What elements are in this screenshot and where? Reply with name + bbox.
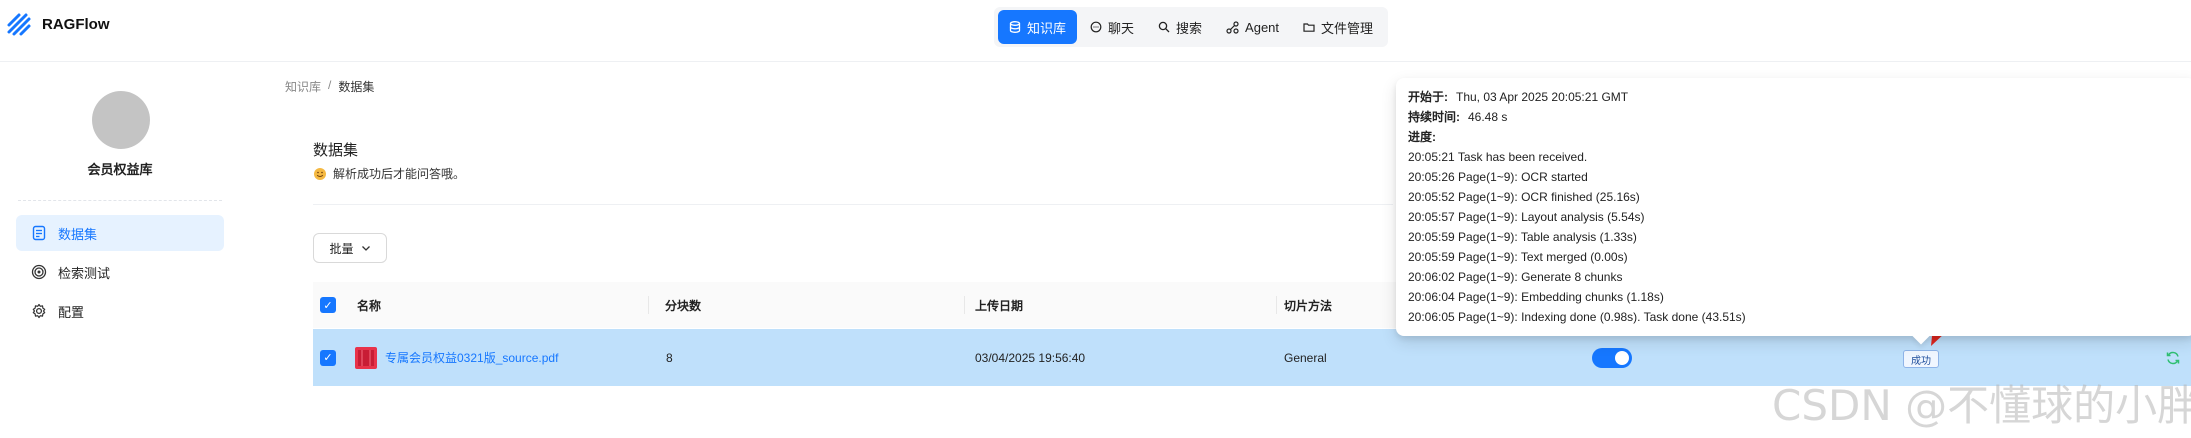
nav-knowledge-base[interactable]: 知识库	[998, 10, 1078, 44]
upload-date-cell: 03/04/2025 19:56:40	[975, 350, 1086, 365]
select-all-checkbox[interactable]: ✓	[320, 282, 336, 328]
column-name[interactable]: 名称	[357, 282, 381, 328]
description-text: 解析成功后才能问答哦。	[333, 167, 466, 181]
divider	[313, 204, 1393, 205]
duration-label: 持续时间:	[1408, 110, 1460, 124]
enable-toggle-cell	[1592, 329, 1632, 386]
nav-agent[interactable]: Agent	[1215, 10, 1290, 44]
nav-label: 聊天	[1108, 20, 1135, 36]
avatar	[92, 91, 150, 149]
sidebar-item-retrieval-test[interactable]: 检索测试	[16, 254, 224, 290]
ragflow-logo-icon	[7, 13, 31, 36]
column-separator	[964, 296, 965, 314]
checkbox-checked[interactable]: ✓	[320, 297, 336, 313]
chevron-down-icon	[361, 246, 370, 251]
progress-log-line: 20:05:59 Page(1~9): Table analysis (1.33…	[1408, 230, 1637, 244]
smile-emoji-icon	[314, 167, 326, 180]
file-name-link[interactable]: 专属会员权益0321版_source.pdf	[385, 349, 558, 366]
chunk-method-cell[interactable]: General	[1284, 329, 1327, 386]
column-separator	[648, 296, 649, 314]
column-upload-date[interactable]: 上传日期	[975, 282, 1023, 328]
app-name: RAGFlow	[42, 15, 110, 33]
duration-value: 46.48 s	[1468, 110, 1508, 124]
gear-icon	[30, 302, 48, 320]
column-separator	[1276, 296, 1277, 314]
popover-duration: 持续时间: 46.48 s	[1408, 107, 2184, 127]
breadcrumb-separator: /	[328, 78, 332, 92]
file-cell: 专属会员权益0321版_source.pdf	[355, 329, 558, 386]
knowledge-base-name: 会员权益库	[87, 162, 153, 177]
start-label: 开始于:	[1408, 90, 1448, 104]
sidebar-item-label: 数据集	[58, 226, 98, 242]
progress-log-line: 20:05:26 Page(1~9): OCR started	[1408, 170, 1588, 184]
refresh-icon[interactable]	[2165, 350, 2181, 366]
parse-status-badge[interactable]: 成功	[1903, 350, 1939, 368]
enable-toggle[interactable]	[1592, 347, 1632, 368]
nav-label: 知识库	[1027, 20, 1067, 36]
bulk-actions-button[interactable]: 批量	[313, 233, 387, 263]
breadcrumb-current: 数据集	[338, 80, 375, 94]
column-chunks[interactable]: 分块数	[665, 282, 701, 328]
progress-log-line: 20:05:57 Page(1~9): Layout analysis (5.5…	[1408, 210, 1645, 224]
progress-log-line: 20:06:05 Page(1~9): Indexing done (0.98s…	[1408, 310, 1746, 324]
popover-progress: 进度:	[1408, 127, 2184, 147]
parse-progress-popover: 开始于: Thu, 03 Apr 2025 20:05:21 GMT 持续时间: 4…	[1396, 78, 2191, 345]
page-description: 解析成功后才能问答哦。	[313, 165, 465, 182]
progress-log-line: 20:06:02 Page(1~9): Generate 8 chunks	[1408, 270, 1623, 284]
document-icon	[30, 224, 48, 242]
page-title: 数据集	[313, 142, 359, 159]
pdf-file-icon	[355, 346, 377, 369]
nav-file-management[interactable]: 文件管理	[1292, 10, 1384, 44]
progress-label: 进度:	[1408, 130, 1436, 144]
database-icon	[1009, 21, 1021, 33]
popover-start: 开始于: Thu, 03 Apr 2025 20:05:21 GMT	[1408, 87, 2184, 107]
folder-icon	[1303, 23, 1315, 32]
progress-log-line: 20:05:59 Page(1~9): Text merged (0.00s)	[1408, 250, 1628, 264]
breadcrumb-root[interactable]: 知识库	[285, 78, 321, 95]
chunks-cell: 8	[666, 350, 673, 365]
sidebar: 会员权益库 数据集 检索测试 配置	[0, 63, 240, 438]
breadcrumb: 知识库 / 数据集	[285, 78, 374, 95]
app-logo[interactable]: RAGFlow	[6, 11, 110, 37]
search-icon	[1158, 21, 1170, 33]
row-checkbox[interactable]: ✓	[320, 329, 336, 386]
progress-log-line: 20:06:04 Page(1~9): Embedding chunks (1.…	[1408, 290, 1664, 304]
progress-log-line: 20:05:52 Page(1~9): OCR finished (25.16s…	[1408, 190, 1640, 204]
top-header: RAGFlow 知识库 聊天 搜索 Agent 文件管理	[0, 0, 2191, 62]
sidebar-item-label: 配置	[58, 304, 85, 320]
sidebar-item-dataset[interactable]: 数据集	[16, 215, 224, 251]
checkbox-checked[interactable]: ✓	[320, 349, 336, 366]
main-nav: 知识库 聊天 搜索 Agent 文件管理	[994, 7, 1389, 47]
watermark: CSDN @不懂球的小胖	[1772, 381, 2191, 430]
start-value: Thu, 03 Apr 2025 20:05:21 GMT	[1456, 90, 1629, 104]
nav-label: 文件管理	[1321, 20, 1374, 36]
column-chunk-method[interactable]: 切片方法	[1284, 282, 1332, 328]
nav-search[interactable]: 搜索	[1147, 10, 1213, 44]
agent-icon	[1226, 20, 1239, 34]
nav-label: Agent	[1245, 19, 1280, 35]
sidebar-item-label: 检索测试	[58, 265, 111, 281]
nav-label: 搜索	[1176, 20, 1203, 36]
divider	[18, 200, 222, 201]
sidebar-item-settings[interactable]: 配置	[16, 293, 224, 329]
chat-icon	[1090, 21, 1102, 33]
target-icon	[30, 263, 48, 281]
progress-log-line: 20:05:21 Task has been received.	[1408, 150, 1588, 164]
bulk-label: 批量	[329, 241, 354, 256]
nav-chat[interactable]: 聊天	[1079, 10, 1145, 44]
